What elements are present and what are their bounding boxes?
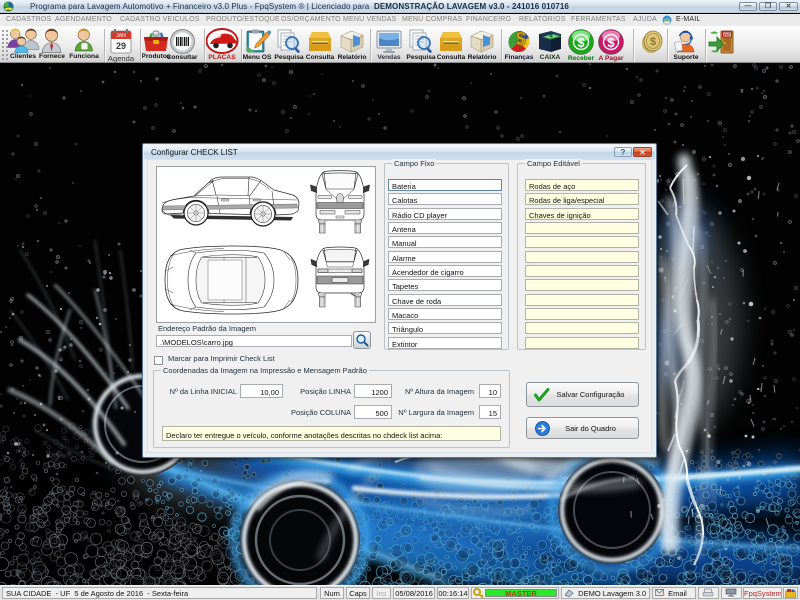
svg-text:$: $ xyxy=(577,35,585,50)
svg-text:EXIT: EXIT xyxy=(723,33,730,37)
svg-text:29: 29 xyxy=(116,41,126,51)
svg-text:$: $ xyxy=(607,35,615,50)
svg-text:JAN: JAN xyxy=(116,33,126,39)
svg-text:$: $ xyxy=(516,29,526,49)
svg-text:$: $ xyxy=(650,36,656,48)
